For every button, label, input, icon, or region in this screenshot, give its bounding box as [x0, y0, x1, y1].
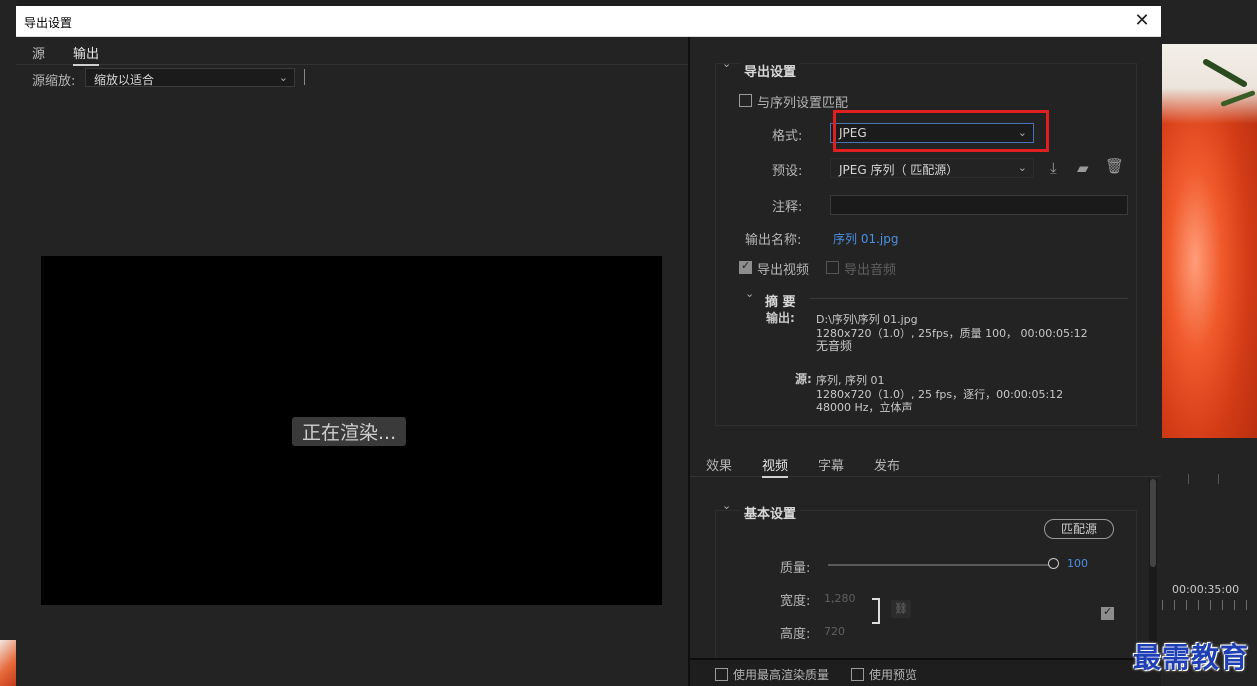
close-button[interactable]: ✕ — [1131, 10, 1153, 32]
resize-checkbox[interactable] — [1101, 605, 1114, 620]
summary-title: 摘 要 — [765, 295, 796, 310]
tab-video[interactable]: 视频 — [762, 455, 789, 478]
summary-output-specs: 1280x720（1.0）, 25fps，质量 100， 00:00:05:12 — [816, 327, 1088, 340]
height-label: 高度: — [780, 627, 811, 642]
preset-dropdown[interactable]: JPEG 序列（ 匹配源） ⌄ — [830, 158, 1034, 178]
bottom-options: 使用最高渲染质量 使用预览 — [690, 658, 1161, 686]
tab-output[interactable]: 输出 — [73, 43, 100, 66]
summary-output-path: D:\序列\序列 01.jpg — [816, 313, 918, 326]
background-right-panel: 00:00:35:00 — [1160, 0, 1257, 686]
preset-value: JPEG 序列（ 匹配源） — [839, 163, 959, 177]
rendering-status: 正在渲染... — [292, 417, 407, 446]
match-sequence-label: 与序列设置匹配 — [757, 96, 849, 111]
summary-divider — [810, 298, 1128, 299]
source-scale-dropdown[interactable]: 缩放以适合 ⌄ — [85, 68, 295, 87]
chevron-down-icon: ⌄ — [1017, 161, 1027, 174]
max-render-quality-label: 使用最高渲染质量 — [733, 668, 830, 682]
match-source-button[interactable]: 匹配源 — [1044, 519, 1114, 539]
preview-canvas: 正在渲染... — [41, 256, 662, 605]
save-preset-button[interactable]: ⤓ — [1050, 159, 1057, 177]
summary-output-audio: 无音频 — [816, 339, 853, 353]
summary-output-label: 输出: — [766, 311, 795, 325]
export-audio-label: 导出音频 — [844, 263, 897, 278]
max-render-quality-checkbox[interactable] — [715, 668, 728, 681]
import-preset-button[interactable]: ▰ — [1077, 159, 1089, 177]
dialog-title: 导出设置 — [24, 16, 73, 30]
source-scale-value: 缩放以适合 — [94, 73, 155, 87]
background-left-panel — [0, 0, 17, 686]
source-scale-row: 源缩放: 缩放以适合 ⌄ — [16, 67, 688, 93]
tab-effects[interactable]: 效果 — [706, 455, 732, 474]
timeline-ticks — [1188, 474, 1248, 484]
tab-source[interactable]: 源 — [32, 43, 45, 62]
settings-scrollbar[interactable] — [1149, 479, 1157, 654]
chevron-down-icon[interactable]: ⌄ — [722, 499, 731, 512]
comment-input[interactable] — [830, 195, 1128, 215]
use-previews-checkbox[interactable] — [851, 668, 864, 681]
close-icon: ✕ — [1134, 10, 1150, 31]
chevron-down-icon[interactable]: ⌄ — [745, 287, 754, 300]
timeline-timecode: 00:00:35:00 — [1172, 583, 1240, 596]
summary-source-specs: 1280x720（1.0）, 25 fps，逐行，00:00:05:12 — [816, 388, 1064, 401]
output-name-link[interactable]: 序列 01.jpg — [833, 230, 898, 247]
export-audio-checkbox[interactable] — [826, 261, 839, 274]
basic-settings-title: 基本设置 — [740, 503, 801, 522]
download-icon: ⤓ — [1050, 159, 1057, 177]
trash-icon: 🗑 — [1105, 157, 1125, 175]
quality-slider-knob[interactable] — [1048, 558, 1059, 569]
quality-label: 质量: — [780, 561, 811, 576]
timeline-ruler — [1162, 600, 1257, 610]
divider — [304, 69, 305, 85]
width-value[interactable]: 1,280 — [824, 592, 856, 605]
title-bar: 导出设置 ✕ — [16, 6, 1161, 37]
constrain-proportions-button[interactable]: ⛓ — [891, 600, 911, 618]
format-label: 格式: — [772, 129, 803, 144]
export-video-checkbox[interactable] — [739, 259, 752, 274]
delete-preset-button[interactable]: 🗑 — [1105, 157, 1124, 175]
chevron-down-icon: ⌄ — [278, 71, 288, 84]
comment-label: 注释: — [772, 200, 803, 215]
width-label: 宽度: — [780, 594, 811, 609]
output-name-label: 输出名称: — [745, 233, 802, 248]
watermark-logo: 最需教育 — [1133, 641, 1250, 674]
summary-source-label: 源: — [795, 372, 812, 386]
link-bracket — [872, 598, 880, 624]
use-previews-label: 使用预览 — [869, 668, 918, 682]
summary-source-audio: 48000 Hz，立体声 — [816, 401, 913, 414]
export-settings-dialog: 导出设置 ✕ 源 输出 源缩放: 缩放以适合 ⌄ 正在渲染... ⌄ 导出设置 … — [16, 6, 1161, 686]
summary-source-name: 序列, 序列 01 — [816, 374, 885, 387]
quality-slider-track[interactable] — [828, 564, 1052, 566]
settings-tabs — [690, 449, 1161, 477]
highlight-box — [833, 110, 1049, 152]
tab-publish[interactable]: 发布 — [874, 455, 900, 474]
match-sequence-checkbox[interactable] — [739, 94, 752, 107]
link-icon: ⛓ — [894, 602, 908, 615]
folder-icon: ▰ — [1077, 159, 1089, 177]
export-video-label: 导出视频 — [757, 263, 810, 278]
source-scale-label: 源缩放: — [32, 74, 76, 89]
preview-pane: 源 输出 源缩放: 缩放以适合 ⌄ 正在渲染... — [16, 37, 688, 686]
tab-captions[interactable]: 字幕 — [818, 455, 844, 474]
preset-label: 预设: — [772, 164, 803, 179]
settings-pane: ⌄ 导出设置 与序列设置匹配 格式: JPEG ⌄ 预设: JPEG 序列（ 匹… — [690, 37, 1161, 686]
chevron-down-icon[interactable]: ⌄ — [722, 57, 731, 70]
preview-tabs: 源 输出 — [16, 37, 688, 66]
section-title: 导出设置 — [740, 61, 801, 80]
scrollbar-thumb[interactable] — [1150, 479, 1156, 567]
quality-value[interactable]: 100 — [1067, 557, 1088, 570]
background-thumbnail — [0, 640, 17, 686]
height-value[interactable]: 720 — [824, 625, 845, 638]
